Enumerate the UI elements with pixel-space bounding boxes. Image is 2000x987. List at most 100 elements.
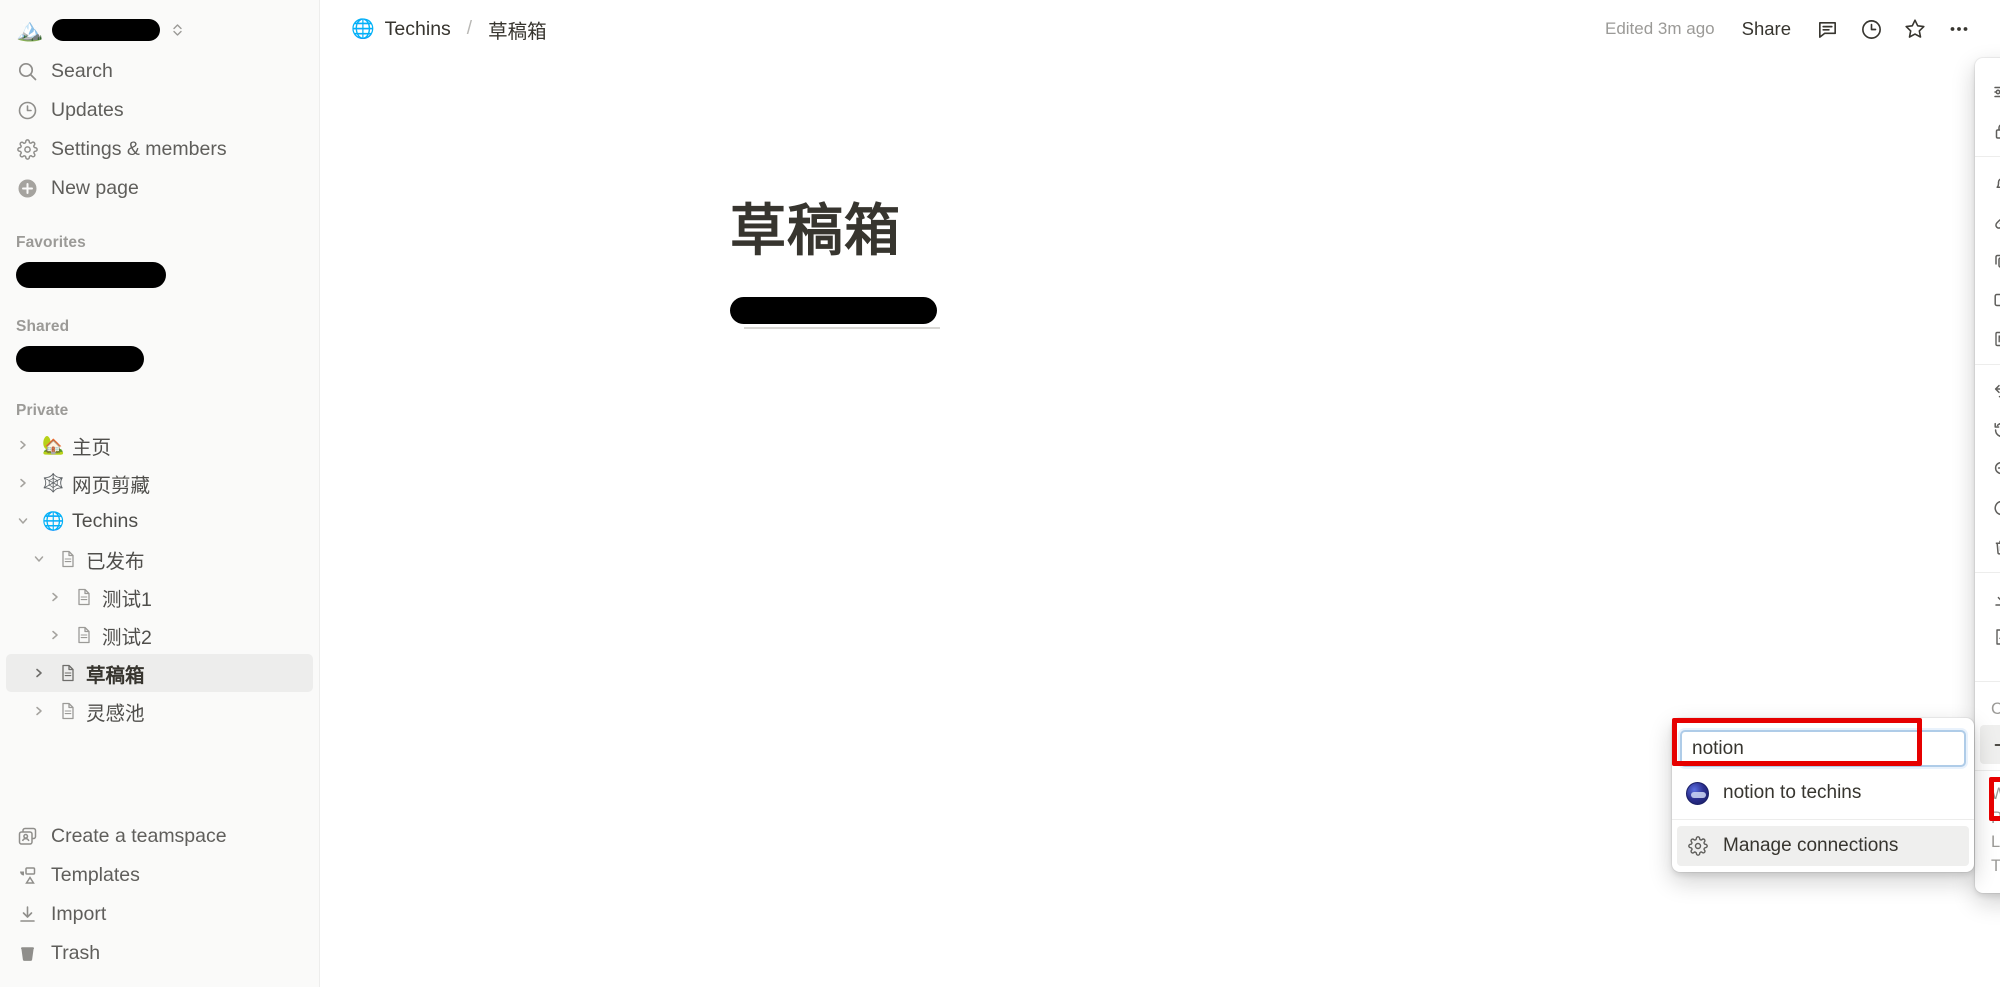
bell-icon	[1991, 173, 2000, 193]
add-connections-button[interactable]: Add connections ›	[1980, 725, 2000, 764]
page-title[interactable]: 草稿箱	[730, 186, 2000, 267]
chevron-down-icon[interactable]	[12, 515, 34, 527]
menu-item-export[interactable]: Export PDF, HTML, Markdown & CSV	[1980, 618, 2000, 675]
menu-item-delete[interactable]: Delete	[1980, 527, 2000, 566]
section-private: Private	[16, 402, 69, 419]
share-button[interactable]: Share	[1731, 11, 1802, 47]
shared-item-redacted[interactable]	[6, 342, 313, 376]
menu-item-lock-page[interactable]: Lock page	[1980, 111, 2000, 150]
chevron-right-icon[interactable]	[44, 629, 66, 641]
sidebar-item-label: Templates	[51, 864, 140, 886]
side-peek-icon	[1991, 290, 2000, 310]
page-emoji-icon: 🌐	[42, 511, 65, 531]
sliders-icon	[1991, 82, 2000, 102]
chevron-right-icon[interactable]	[44, 591, 66, 603]
gear-icon	[1686, 836, 1709, 856]
menu-item-import[interactable]: Import	[1980, 579, 2000, 618]
breadcrumb-root[interactable]: 🌐 Techins	[344, 12, 458, 46]
sidebar-tree-item-label: Techins	[72, 509, 139, 532]
menu-item-copy-link[interactable]: Copy link ⌘+⌥+L	[1980, 202, 2000, 241]
last-edited-timestamp: Today at 11:23 PM	[1991, 856, 2000, 875]
notion-app-window: 🏔️ Search Updates Settings & members New…	[0, 0, 2000, 987]
sidebar-item-import[interactable]: Import	[6, 895, 313, 934]
menu-item-page-analytics[interactable]: Page analytics ›	[1980, 449, 2000, 488]
undo-icon	[1991, 381, 2000, 401]
topbar: 🌐 Techins / 草稿箱 Edited 3m ago Share	[320, 0, 2000, 58]
sidebar-tree-item-zhuye[interactable]: 🏡 主页	[6, 426, 313, 464]
sidebar-tree-item-published[interactable]: 已发布	[6, 540, 313, 578]
sidebar-item-settings[interactable]: Settings & members	[6, 130, 313, 169]
link-icon	[1991, 212, 2000, 232]
menu-item-undo[interactable]: Undo ⌘+Z	[1980, 371, 2000, 410]
redaction-bar	[730, 297, 937, 324]
menu-item-customize-page[interactable]: Customize page	[1980, 72, 2000, 111]
sidebar-item-new-page[interactable]: New page	[6, 169, 313, 208]
sidebar-item-label: Search	[51, 60, 113, 82]
breadcrumb-current[interactable]: 草稿箱	[481, 10, 554, 49]
connection-search-input-wrap	[1672, 726, 1974, 773]
favorites-item-redacted[interactable]	[6, 258, 313, 292]
page-file-icon	[74, 625, 94, 645]
menu-section-actions: Get notified › Copy link ⌘+⌥+L Duplicate…	[1975, 157, 2000, 365]
sidebar-tree-item-draftbox[interactable]: 草稿箱	[6, 654, 313, 692]
menu-item-page-history[interactable]: Page history	[1980, 410, 2000, 449]
sidebar-tree-item-label: 网页剪藏	[72, 474, 151, 497]
sidebar-item-label: New page	[51, 177, 139, 199]
menu-section-connections: Connections Add connections ›	[1975, 682, 2000, 771]
sidebar: 🏔️ Search Updates Settings & members New…	[0, 0, 320, 987]
section-favorites: Favorites	[16, 234, 86, 251]
menu-item-open-in-mac-app[interactable]: Open in Mac app	[1980, 319, 2000, 358]
sidebar-item-trash[interactable]: Trash	[6, 934, 313, 973]
clock-icon	[16, 100, 38, 122]
menu-item-open-in-side-peek[interactable]: Open in side peek ⌥+Click	[1980, 280, 2000, 319]
plus-icon	[1991, 735, 2000, 755]
workspace-switcher[interactable]: 🏔️	[6, 8, 313, 52]
export-icon	[1991, 627, 2000, 647]
sidebar-tree-item-label: 灵感池	[86, 702, 145, 725]
sidebar-item-create-teamspace[interactable]: Create a teamspace	[6, 817, 313, 856]
sidebar-tree-item-techins[interactable]: 🌐 Techins	[6, 502, 313, 540]
menu-item-show-deleted-pages[interactable]: Show deleted pages	[1980, 488, 2000, 527]
topbar-actions: Edited 3m ago Share	[1595, 10, 1978, 48]
sidebar-item-templates[interactable]: Templates	[6, 856, 313, 895]
sidebar-bottom-nav: Create a teamspace Templates Import Tras…	[0, 817, 319, 973]
manage-connections-button[interactable]: Manage connections	[1677, 826, 1969, 866]
page-file-icon	[74, 587, 94, 607]
sidebar-tree-item-webclip[interactable]: 🕸️ 网页剪藏	[6, 464, 313, 502]
more-horizontal-icon[interactable]	[1940, 10, 1978, 48]
sidebar-item-search[interactable]: Search	[6, 52, 313, 91]
star-icon[interactable]	[1896, 10, 1934, 48]
chevron-right-icon[interactable]	[12, 439, 34, 451]
duplicate-icon	[1991, 251, 2000, 271]
menu-item-duplicate[interactable]: Duplicate ⌘+D	[1980, 241, 2000, 280]
sidebar-tree-item-label: 已发布	[86, 550, 145, 573]
connection-result-label: notion to techins	[1723, 782, 1862, 803]
sidebar-item-label: Import	[51, 903, 107, 925]
trash-icon	[1991, 537, 2000, 557]
menu-item-get-notified[interactable]: Get notified ›	[1980, 163, 2000, 202]
sidebar-item-updates[interactable]: Updates	[6, 91, 313, 130]
popup-divider	[1672, 819, 1974, 820]
menu-section-import-export: Import Export PDF, HTML, Markdown & CSV	[1975, 573, 2000, 682]
breadcrumb-separator: /	[466, 18, 473, 39]
chevron-down-icon[interactable]	[28, 553, 50, 565]
connection-result-item[interactable]: notion to techins	[1677, 773, 1969, 813]
sidebar-tree-item-inspiration[interactable]: 灵感池	[6, 692, 313, 730]
sidebar-tree-item-test2[interactable]: 测试2	[6, 616, 313, 654]
chevron-updown-icon	[171, 22, 184, 38]
comment-icon[interactable]	[1808, 10, 1846, 48]
chevron-right-icon[interactable]	[28, 705, 50, 717]
page-subtitle-redacted	[730, 297, 1050, 331]
connection-search-input[interactable]	[1680, 730, 1966, 767]
restore-icon	[1991, 498, 2000, 518]
page-file-icon	[58, 663, 78, 683]
page-emoji-icon: 🕸️	[42, 473, 65, 493]
edited-timestamp[interactable]: Edited 3m ago	[1595, 13, 1725, 45]
chevron-right-icon[interactable]	[28, 667, 50, 679]
breadcrumb-root-label: Techins	[384, 17, 451, 40]
sidebar-item-label: Updates	[51, 99, 124, 121]
analytics-icon	[1991, 459, 2000, 479]
sidebar-tree-item-test1[interactable]: 测试1	[6, 578, 313, 616]
page-history-clock-icon[interactable]	[1852, 10, 1890, 48]
chevron-right-icon[interactable]	[12, 477, 34, 489]
